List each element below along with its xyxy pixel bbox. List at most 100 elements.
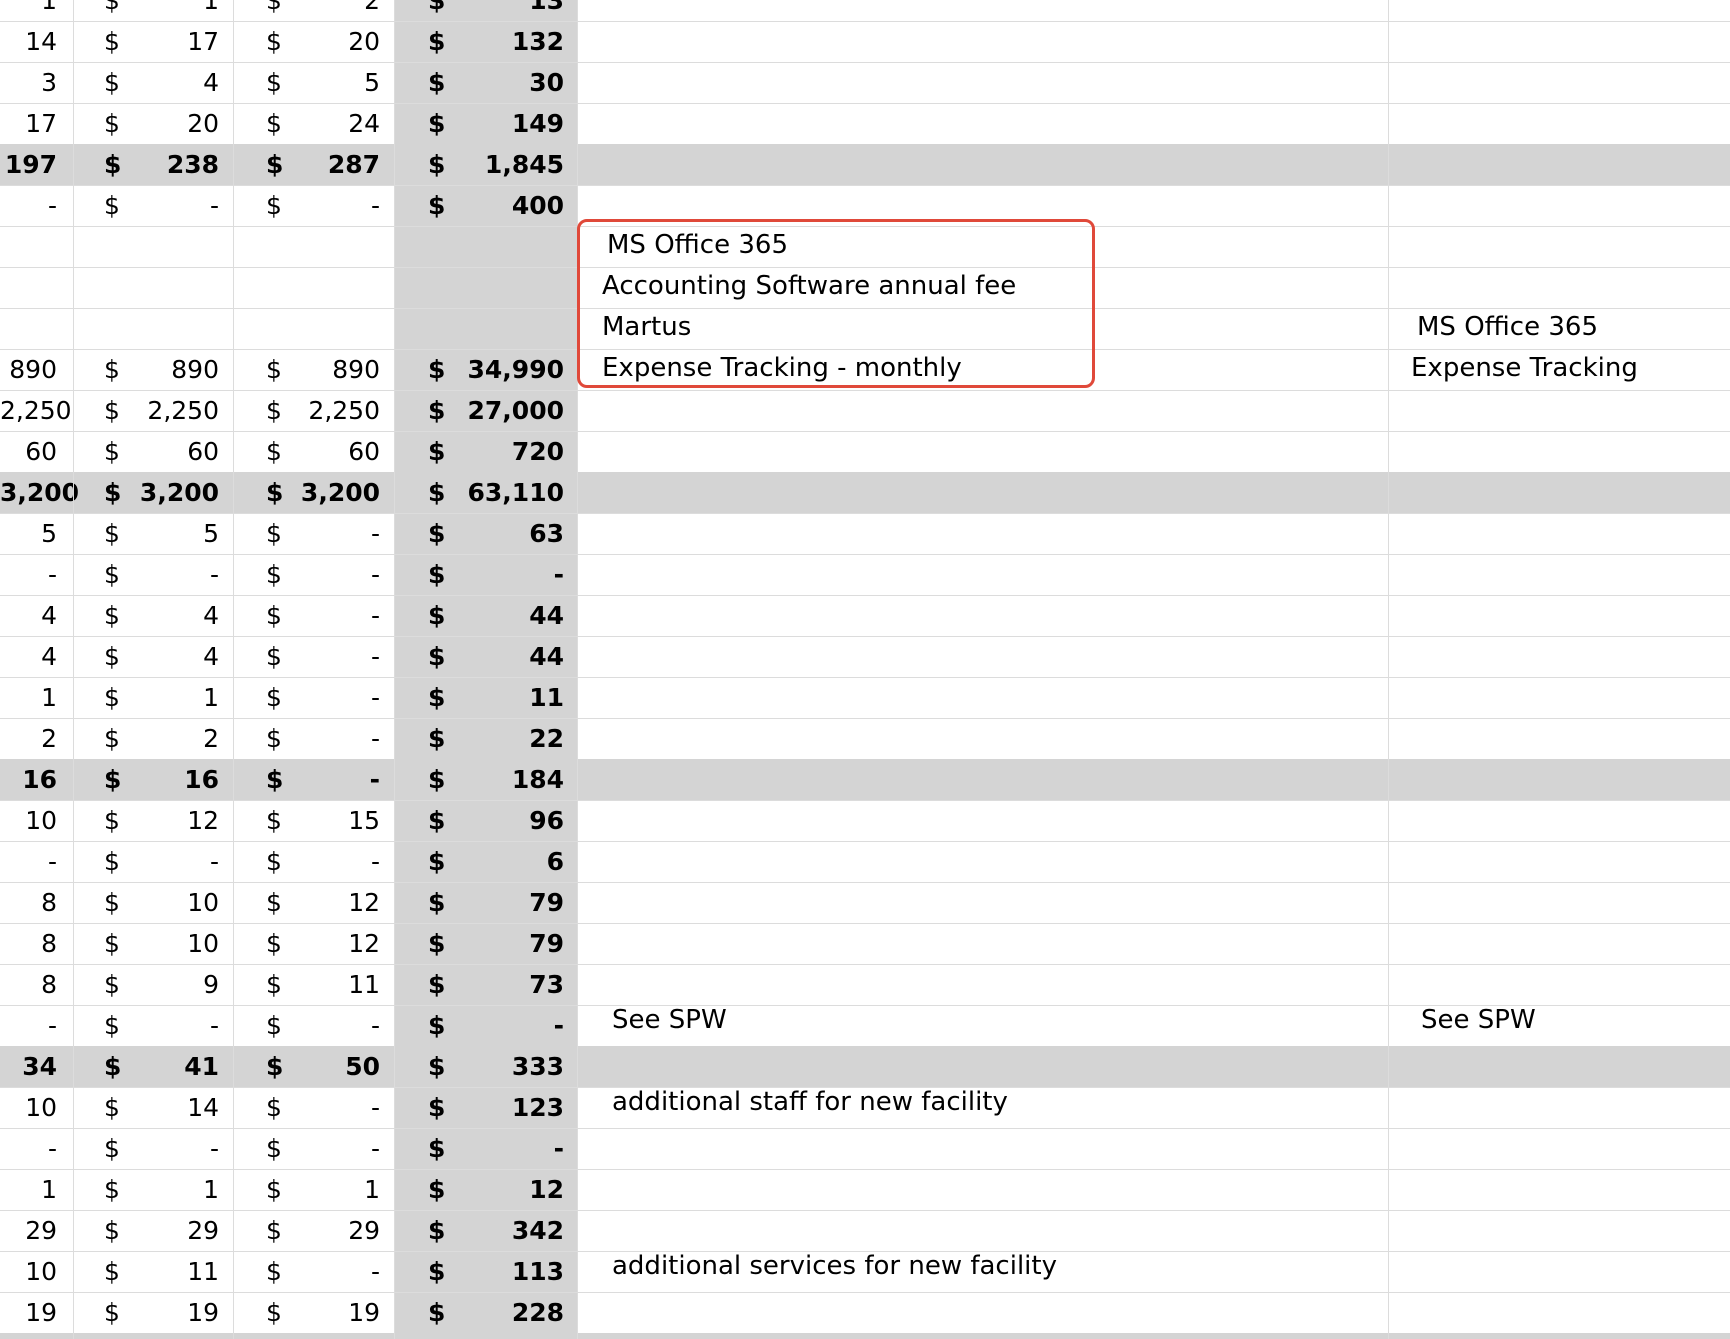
table-row: 2 $2 $ - $22 [0,718,1730,759]
cell-value-c3 [280,1333,380,1339]
cell-value-c2: 16 [184,765,219,794]
subtotal-row: 34 $41 $50 $333 [0,1046,1730,1087]
cell-value-c3 [280,226,380,267]
currency-symbol: $ [104,724,120,753]
column-divider [394,0,395,1339]
cell-value-c2: 11 [187,1257,219,1286]
table-row: 10 $12 $15 $96 [0,800,1730,841]
column-divider [1388,0,1389,1339]
table-row: 5 $5 $ - $63 [0,513,1730,554]
callout-line-accounting: Accounting Software annual fee [602,271,1017,301]
cell-value-c2: 9 [203,970,219,999]
column-divider [577,0,578,1339]
cell-value-c3: 60 [348,437,380,466]
currency-symbol: $ [428,1216,446,1245]
cell-value-c3: 15 [348,806,380,835]
table-row: - $ - $ - $6 [0,841,1730,882]
cell-value-c4: 34,990 [467,355,564,384]
currency-symbol: $ [104,396,120,425]
currency-symbol: $ [104,1175,120,1204]
cell-value-c1: 3,200 [0,478,80,507]
cell-value-c2 [120,267,219,308]
cell-value-c2: 12 [187,806,219,835]
cell-value-c3: 3,200 [300,478,380,507]
cell-value-c3: - [370,191,380,220]
column-divider [233,0,234,1339]
table-row: 17 $20 $24 $149 [0,103,1730,144]
cell-value-c4: 63,110 [467,478,564,507]
cell-value-c4: 720 [511,437,564,466]
currency-symbol: $ [428,847,446,876]
cell-value-c2: 890 [171,355,219,384]
cell-value-c3: 890 [332,355,380,384]
currency-symbol: $ [104,1011,120,1040]
currency-symbol: $ [104,1298,120,1327]
currency-symbol: $ [428,1257,446,1286]
cell-value-c1: 4 [41,642,57,671]
cell-value-c1: 10 [25,806,57,835]
currency-symbol: $ [428,150,446,179]
cell-value-c3: - [370,1011,380,1040]
cell-value-c4: 149 [511,109,564,138]
cell-value-c3: 12 [348,888,380,917]
cell-value-c1: - [47,1011,57,1040]
cell-value-c3: - [370,1134,380,1163]
table-row: 19 $19 $19 $228 [0,1292,1730,1333]
cell-value-c3 [280,308,380,349]
cell-value-c3: 24 [348,109,380,138]
note-office-right: MS Office 365 [1417,312,1598,342]
cell-value-c2 [120,226,219,267]
currency-symbol: $ [428,929,446,958]
cell-value-c3: - [369,765,380,794]
cell-value-c2: 4 [203,642,219,671]
currency-symbol: $ [428,724,446,753]
currency-symbol: $ [104,806,120,835]
currency-symbol: $ [428,1011,446,1040]
cell-value-c4: 113 [511,1257,564,1286]
cell-value-c4: 22 [529,724,564,753]
currency-symbol: $ [104,109,120,138]
table-row: - $ - $ - $ - [0,1128,1730,1169]
cell-value-c1: 3 [41,68,57,97]
currency-symbol: $ [428,396,446,425]
currency-symbol: $ [428,109,446,138]
cell-value-c4: 13 [529,0,564,15]
cell-value-c1 [0,308,57,349]
cell-value-c2: 1 [203,683,219,712]
cell-value-c1: 4 [41,601,57,630]
subtotal-row: 197 $238 $287 $1,845 [0,144,1730,185]
cell-value-c2: 60 [187,437,219,466]
cell-value-c1: 14 [25,27,57,56]
cell-value-c1 [0,267,57,308]
currency-symbol: $ [428,683,446,712]
cell-value-c1: - [47,1134,57,1163]
cell-value-c1: 10 [25,1257,57,1286]
currency-symbol: $ [104,519,120,548]
cell-value-c1: 1 [41,683,57,712]
cell-value-c4 [450,267,564,308]
currency-symbol: $ [428,1052,446,1081]
cell-value-c3: - [370,683,380,712]
currency-symbol: $ [104,765,122,794]
currency-symbol: $ [104,1216,120,1245]
table-row: 3 $4 $5 $30 [0,62,1730,103]
table-row: 29 $29 $29 $342 [0,1210,1730,1251]
currency-symbol: $ [428,642,446,671]
cell-value-c3: 287 [327,150,380,179]
currency-symbol: $ [428,888,446,917]
currency-symbol: $ [428,601,446,630]
cell-value-c4: 12 [529,1175,564,1204]
table-row: 60 $60 $60 $720 [0,431,1730,472]
cell-value-c4: 228 [511,1298,564,1327]
currency-symbol: $ [104,1052,122,1081]
currency-symbol: $ [428,1298,446,1327]
cell-value-c3: - [370,847,380,876]
cell-value-c4: 30 [529,68,564,97]
cell-value-c3: - [370,1093,380,1122]
currency-symbol: $ [104,929,120,958]
cell-value-c2: 10 [187,888,219,917]
cell-value-c4: 11 [529,683,564,712]
cell-value-c3: 2,250 [308,396,380,425]
cell-value-c1: 890 [9,355,57,384]
cell-value-c2: 1 [203,0,219,15]
